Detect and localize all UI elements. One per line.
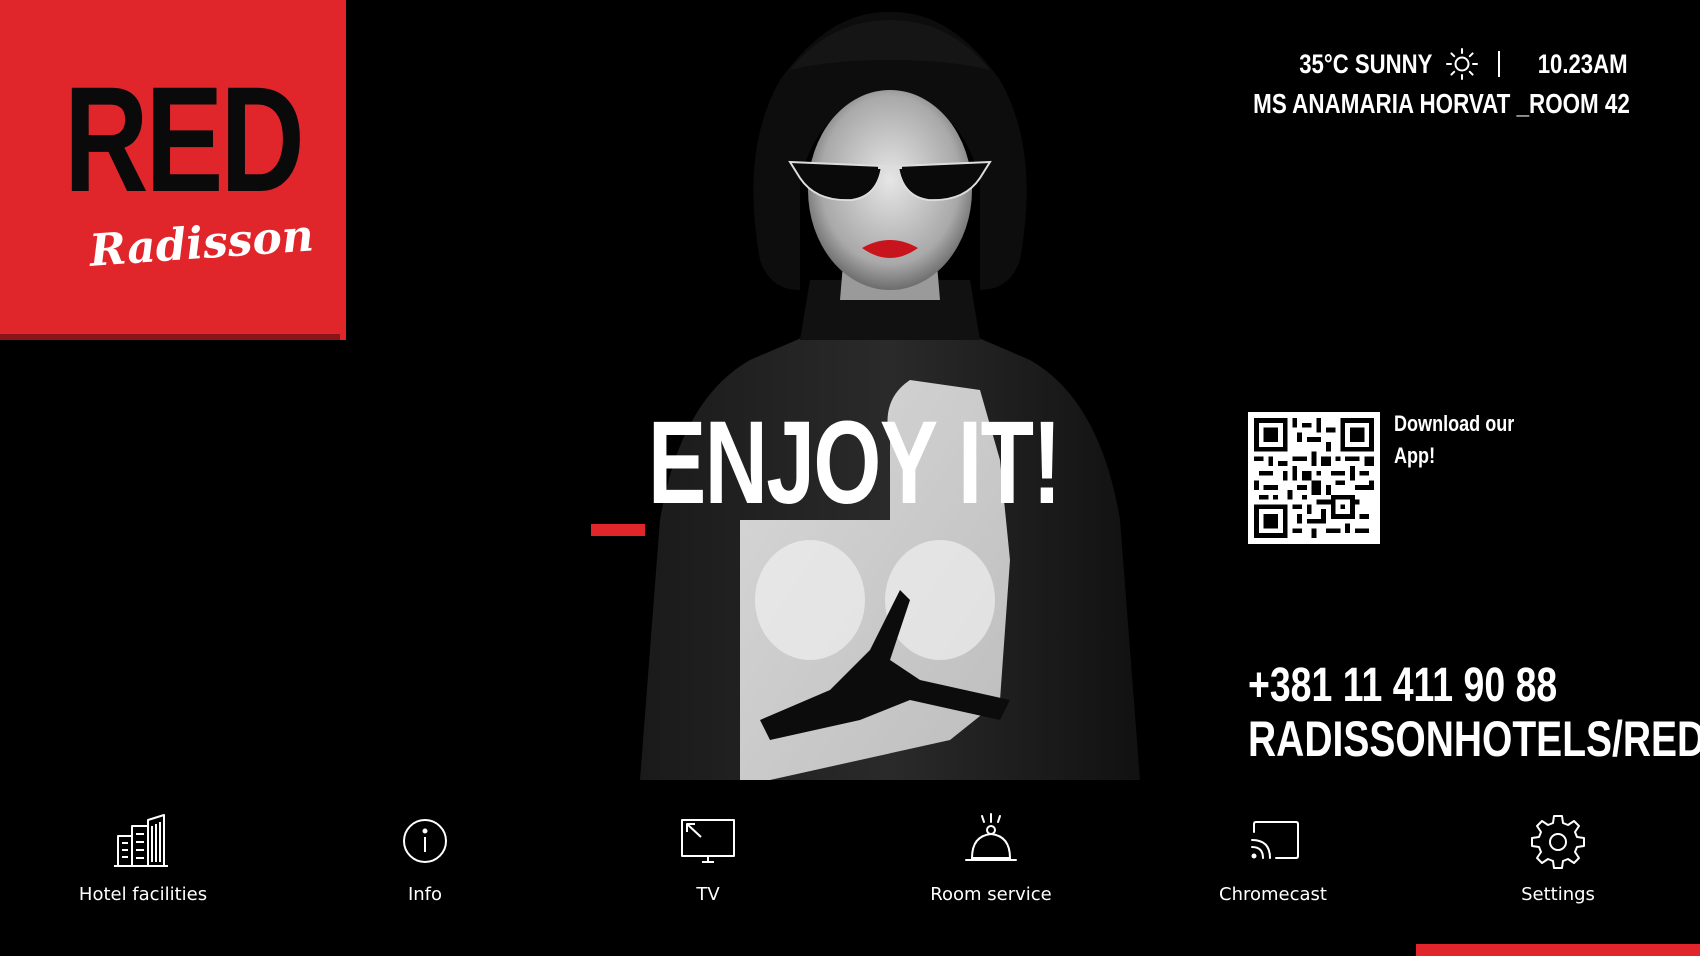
download-line-2: App! [1394, 443, 1436, 468]
download-line-1: Download our [1394, 411, 1515, 436]
building-icon [114, 814, 168, 867]
tv-home-screen: RED Radisson ENJOY IT! 35°C SUNNY 10.23A… [0, 0, 1700, 956]
download-app-text: Download our App! [1394, 408, 1525, 472]
nav-settings[interactable]: Settings [1448, 810, 1668, 920]
cast-icon [1251, 821, 1299, 859]
slogan: ENJOY IT! [648, 397, 1062, 529]
status-divider [1498, 51, 1501, 77]
accent-strip [1416, 944, 1700, 956]
nav-chromecast[interactable]: Chromecast [1163, 810, 1383, 920]
nav-room-service[interactable]: Room service [881, 810, 1101, 920]
status-bar: 35°C SUNNY 10.23AM [1270, 44, 1628, 84]
nav-label: Settings [1521, 884, 1595, 905]
tv-icon [681, 819, 735, 863]
nav-info[interactable]: Info [315, 810, 535, 920]
nav-tv[interactable]: TV [598, 810, 818, 920]
nav-hotel-facilities[interactable]: Hotel facilities [33, 810, 253, 920]
nav-label: Chromecast [1219, 884, 1327, 905]
nav-label: Room service [930, 884, 1052, 905]
slogan-accent-bar [591, 524, 645, 536]
brand-shadow [0, 334, 340, 340]
hotel-phone: +381 11 411 90 88 [1248, 659, 1558, 712]
weather-text: 35°C SUNNY [1299, 48, 1433, 79]
qr-code-icon [1248, 412, 1380, 544]
bottom-nav: Hotel facilities Info TV Room service Ch… [0, 810, 1700, 930]
nav-label: TV [696, 884, 720, 905]
cloche-icon [965, 813, 1017, 861]
info-icon [403, 819, 447, 863]
brand-logo: RED Radisson [0, 0, 346, 340]
sun-icon [1446, 48, 1479, 80]
hero-image [620, 0, 1160, 780]
brand-title: RED [64, 55, 305, 223]
gear-icon [1531, 815, 1585, 869]
nav-label: Info [407, 884, 443, 905]
hotel-website: RADISSONHOTELS/RED [1248, 711, 1700, 767]
nav-label: Hotel facilities [78, 884, 208, 905]
clock-text: 10.23AM [1538, 48, 1628, 79]
guest-room-label: MS ANAMARIA HORVAT _ROOM 42 [1253, 88, 1630, 119]
